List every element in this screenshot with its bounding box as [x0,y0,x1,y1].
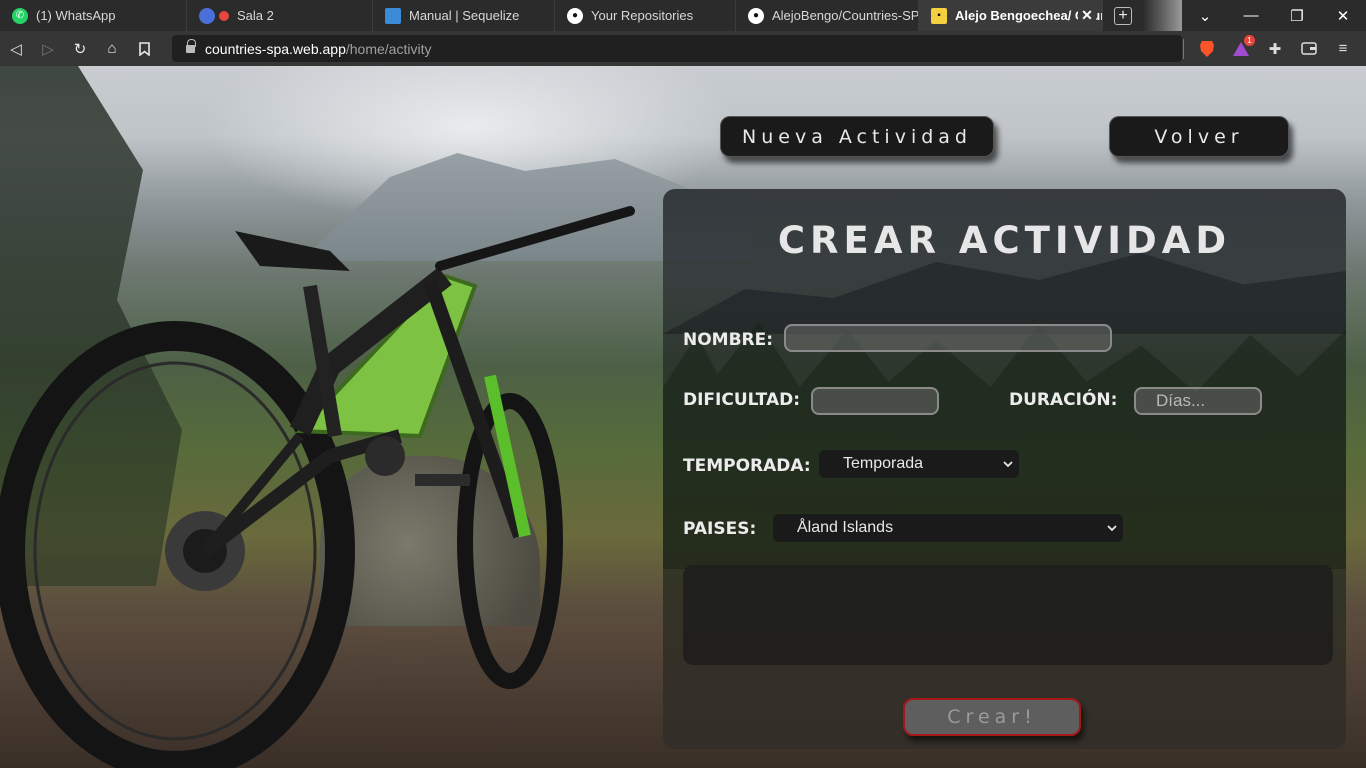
reload-icon: ↻ [73,40,87,58]
tab-sequelize[interactable]: Manual | Sequelize [373,0,555,31]
sequelize-icon [385,7,401,24]
tab-title: AlejoBengo/Countries-SPA [772,8,919,23]
tab-search-button[interactable]: ⌄ [1182,0,1228,31]
close-icon: ✕ [1336,7,1350,25]
temporada-select[interactable]: Temporada [819,450,1019,478]
maximize-button[interactable]: ❐ [1274,0,1320,31]
close-window-button[interactable]: ✕ [1320,0,1366,31]
paises-label: PAISES: [683,519,757,539]
home-icon: ⌂ [107,40,117,57]
temporada-label: TEMPORADA: [683,456,811,476]
tab-whatsapp[interactable]: ✆ (1) WhatsApp [0,0,187,31]
tab-title: (1) WhatsApp [36,8,116,23]
tab-repositories[interactable]: ● Your Repositories [555,0,736,31]
brave-rewards-button[interactable]: 1 [1224,31,1258,66]
url-field[interactable]: countries-spa.web.app/home/activity [172,35,1182,62]
hamburger-icon: ≡ [1338,40,1348,57]
wallet-button[interactable] [1292,31,1326,66]
lock-icon [186,38,196,54]
plus-icon: + [1114,6,1132,25]
home-button[interactable]: ⌂ [96,31,128,66]
form-title: CREAR ACTIVIDAD [777,219,1232,262]
new-tab-button[interactable]: + [1103,0,1143,31]
chevron-down-icon [1107,525,1117,532]
minimize-icon: — [1243,7,1259,24]
duracion-label: DURACIÓN: [1009,390,1118,410]
volver-button[interactable]: Volver [1109,116,1289,157]
wallet-icon [1301,42,1317,55]
back-button[interactable]: ◁ [0,31,32,66]
whatsapp-icon: ✆ [12,7,28,24]
brave-shields-button[interactable] [1190,31,1224,66]
paises-selected-value: Åland Islands [797,519,894,536]
nueva-actividad-button[interactable]: Nueva Actividad [720,116,994,157]
toolbar-actions: 1 ✚ ≡ [1177,31,1360,66]
restore-icon: ❐ [1290,7,1304,25]
dificultad-input[interactable] [811,387,939,415]
tab-title: Sala 2 [237,8,274,23]
tab-sala[interactable]: Sala 2 [187,0,373,31]
github-icon: ● [567,7,583,24]
tab-strip: ✆ (1) WhatsApp Sala 2 Manual | Sequelize… [0,0,1366,31]
app-icon: ▪ [931,7,947,24]
selected-countries-box [683,565,1333,665]
tab-countries-app[interactable]: ▪ Alejo Bengoechea/ Countries ✕ [919,0,1103,31]
bookmark-button[interactable] [128,31,160,66]
close-tab-icon[interactable]: ✕ [1078,6,1096,24]
page-background: Nueva Actividad Volver CREAR ACTIVIDAD N… [0,66,1366,768]
tab-title: Manual | Sequelize [409,8,520,23]
puzzle-icon: ✚ [1268,40,1282,58]
nombre-input[interactable] [784,324,1112,352]
bookmark-icon [138,41,150,56]
tab-countries-repo[interactable]: ● AlejoBengo/Countries-SPA [736,0,919,31]
forward-button[interactable]: ▷ [32,31,64,66]
temporada-selected-value: Temporada [843,455,924,472]
crear-actividad-form: CREAR ACTIVIDAD NOMBRE: DIFICULTAD: DURA… [663,189,1346,749]
minimize-button[interactable]: — [1228,0,1274,31]
url-host: countries-spa.web.app [205,40,346,57]
github-icon: ● [748,7,764,24]
duracion-input[interactable] [1134,387,1262,415]
menu-button[interactable]: ≡ [1326,31,1360,66]
mountain-bike-image [0,206,635,768]
dificultad-label: DIFICULTAD: [683,390,801,410]
reload-button[interactable]: ↻ [64,31,96,66]
meet-icon [199,7,215,24]
crear-button[interactable]: Crear! [903,698,1081,736]
tab-strip-background [1143,0,1182,31]
extensions-button[interactable]: ✚ [1258,31,1292,66]
url-path: /home/activity [345,40,432,57]
divider [1183,38,1184,59]
nombre-label: NOMBRE: [683,330,774,350]
tab-title: Your Repositories [591,8,694,23]
paises-select[interactable]: Åland Islands [773,514,1123,542]
address-bar: ◁ ▷ ↻ ⌂ countries-spa.web.app/home/activ… [0,31,1366,66]
back-arrow-icon: ◁ [10,40,22,58]
chevron-down-icon [1003,461,1013,468]
forward-arrow-icon: ▷ [42,40,54,58]
record-icon [219,10,229,21]
brave-lion-icon [1200,40,1214,57]
chevron-down-icon: ⌄ [1198,7,1212,25]
rewards-badge: 1 [1244,35,1255,46]
